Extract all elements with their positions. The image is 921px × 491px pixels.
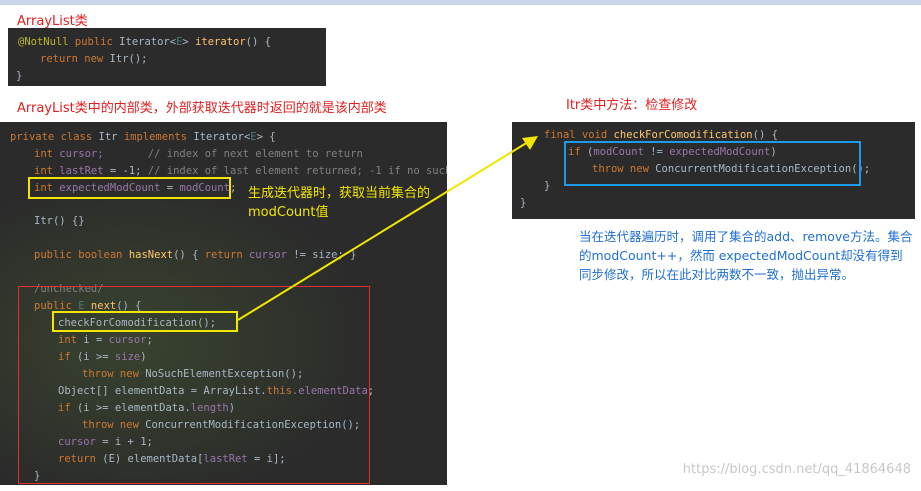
yellow-note-line: modCount值 — [248, 205, 329, 220]
yellow-note-line: 生成迭代器时，获取当前集合的 — [248, 186, 431, 201]
yellow-note: 生成迭代器时，获取当前集合的 modCount值 — [248, 184, 430, 222]
blue-note: 当在迭代器遍历时，调用了集合的add、remove方法。集合的modCount+… — [579, 229, 913, 282]
watermark: https://blog.csdn.net/qq_41864648 — [682, 462, 911, 477]
